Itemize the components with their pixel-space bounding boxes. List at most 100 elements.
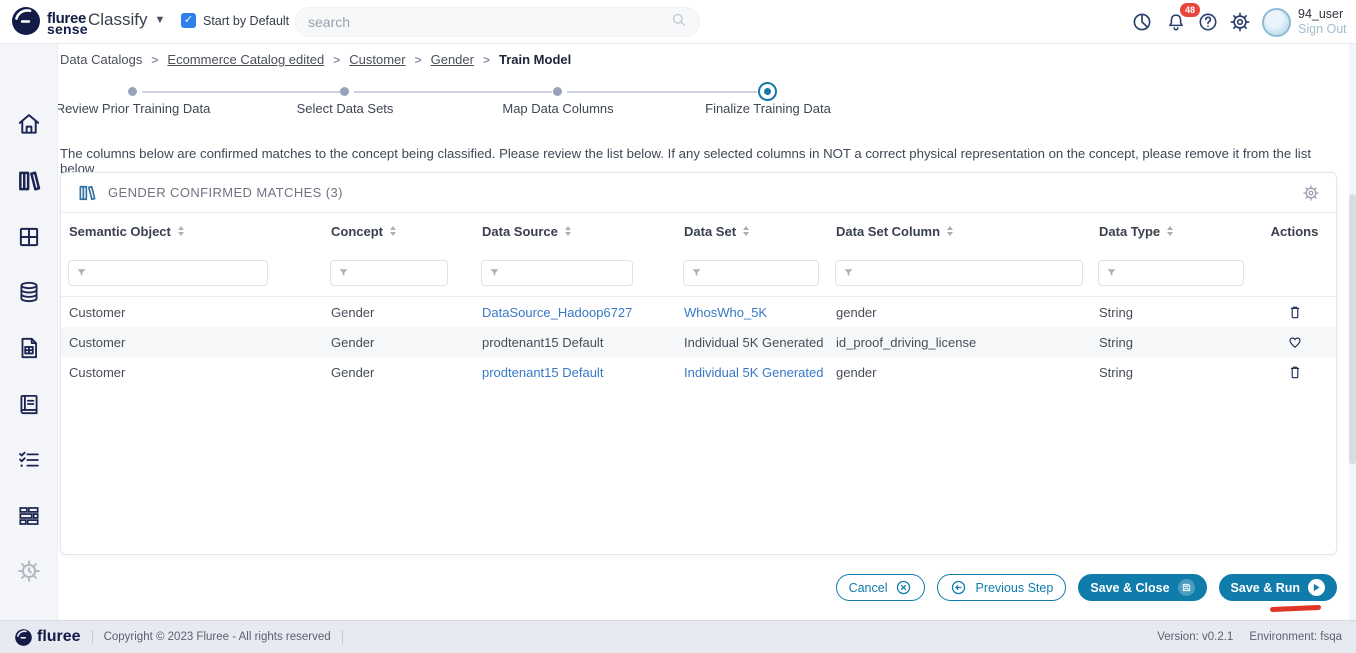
breadcrumb-catalog[interactable]: Ecommerce Catalog edited — [167, 52, 324, 67]
sort-icon[interactable] — [743, 226, 749, 236]
footer: fluree Copyright © 2023 Fluree - All rig… — [0, 620, 1356, 653]
step-label-map[interactable]: Map Data Columns — [448, 101, 668, 116]
filter-input[interactable] — [858, 266, 1082, 280]
cell-concept: Gender — [323, 335, 474, 350]
checklist-icon[interactable] — [16, 447, 42, 473]
fluree-sense-logo[interactable]: flureesense — [10, 5, 88, 42]
play-icon — [1308, 579, 1325, 596]
filter-input[interactable] — [706, 266, 818, 280]
step-connector — [142, 91, 340, 93]
gear-clock-icon[interactable] — [16, 558, 42, 584]
sort-icon[interactable] — [565, 226, 571, 236]
cell-data-set-link[interactable]: Individual 5K Generated — [676, 365, 828, 380]
brand-bottom: sense — [47, 23, 88, 36]
cell-data-source-link[interactable]: DataSource_Hadoop6727 — [474, 305, 676, 320]
trash-icon[interactable] — [1287, 364, 1303, 380]
step-label-select[interactable]: Select Data Sets — [235, 101, 455, 116]
notification-badge: 48 — [1180, 3, 1200, 17]
step-dot-done[interactable] — [553, 87, 562, 96]
breadcrumb-customer[interactable]: Customer — [349, 52, 405, 67]
settings-gear-icon[interactable] — [1229, 11, 1251, 33]
cancel-button[interactable]: Cancel — [836, 574, 926, 601]
column-header-actions: Actions — [1253, 224, 1336, 239]
filter-data-type[interactable] — [1098, 260, 1244, 286]
step-label-finalize: Finalize Training Data — [658, 101, 878, 116]
app-window: flureesense Classify ▼ ✓ Start by Defaul… — [0, 0, 1356, 653]
save-run-button[interactable]: Save & Run — [1219, 574, 1337, 601]
table-filter-row — [61, 249, 1336, 297]
breadcrumb-data-catalogs[interactable]: Data Catalogs — [60, 52, 142, 67]
column-header-data-set[interactable]: Data Set — [676, 224, 828, 239]
step-connector — [354, 91, 552, 93]
trash-icon[interactable] — [1287, 304, 1303, 320]
cell-concept: Gender — [323, 305, 474, 320]
confirmed-matches-panel: GENDER CONFIRMED MATCHES (3) Semantic Ob… — [60, 172, 1337, 555]
step-dot-active-core — [764, 88, 771, 95]
filter-semantic-object[interactable] — [68, 260, 268, 286]
previous-step-button[interactable]: Previous Step — [937, 574, 1066, 601]
classify-menu[interactable]: Classify ▼ — [88, 10, 165, 30]
filter-data-set[interactable] — [683, 260, 819, 286]
breadcrumb-train-model: Train Model — [499, 52, 571, 67]
home-icon[interactable] — [16, 111, 42, 137]
filter-data-set-column[interactable] — [835, 260, 1083, 286]
sort-icon[interactable] — [1167, 226, 1173, 236]
step-dot-done[interactable] — [128, 87, 137, 96]
column-header-data-source[interactable]: Data Source — [474, 224, 676, 239]
cell-semantic-object: Customer — [61, 335, 323, 350]
column-header-semantic-object[interactable]: Semantic Object — [61, 224, 323, 239]
reports-pie-icon[interactable] — [1131, 11, 1153, 33]
classify-menu-label: Classify — [88, 10, 148, 30]
cell-data-type: String — [1091, 335, 1253, 350]
left-sidebar — [0, 44, 58, 620]
filter-data-source[interactable] — [481, 260, 633, 286]
sort-icon[interactable] — [947, 226, 953, 236]
top-header: flureesense Classify ▼ ✓ Start by Defaul… — [0, 0, 1356, 44]
cell-data-source-link[interactable]: prodtenant15 Default — [474, 365, 676, 380]
footer-brand: fluree — [37, 628, 81, 646]
sign-out-link[interactable]: Sign Out — [1298, 22, 1347, 37]
stacked-rows-icon[interactable] — [16, 503, 42, 529]
sort-icon[interactable] — [390, 226, 396, 236]
column-header-data-type[interactable]: Data Type — [1091, 224, 1253, 239]
search-box[interactable] — [295, 7, 700, 37]
scrollbar-thumb[interactable] — [1349, 194, 1356, 464]
action-buttons: Cancel Previous Step Save & Close Save &… — [836, 574, 1337, 601]
user-avatar[interactable] — [1262, 8, 1291, 37]
divider — [342, 630, 343, 644]
save-close-button[interactable]: Save & Close — [1078, 574, 1206, 601]
panel-header: GENDER CONFIRMED MATCHES (3) — [61, 173, 1336, 213]
step-dot-done[interactable] — [340, 87, 349, 96]
column-header-concept[interactable]: Concept — [323, 224, 474, 239]
filter-input[interactable] — [353, 266, 447, 280]
table-row: Customer Gender prodtenant15 Default Ind… — [61, 357, 1336, 387]
help-icon[interactable] — [1197, 11, 1219, 33]
grid-icon[interactable] — [16, 224, 42, 250]
breadcrumb-gender[interactable]: Gender — [431, 52, 474, 67]
search-icon — [670, 11, 687, 33]
library-icon[interactable] — [16, 168, 42, 194]
sort-icon[interactable] — [178, 226, 184, 236]
fluree-logo-icon — [10, 5, 42, 42]
table-settings-gear-icon[interactable] — [1302, 184, 1320, 202]
chevron-right-icon: > — [333, 53, 340, 67]
column-header-data-set-column[interactable]: Data Set Column — [828, 224, 1091, 239]
file-table-icon[interactable] — [16, 335, 42, 361]
chevron-down-icon: ▼ — [155, 14, 166, 26]
filter-concept[interactable] — [330, 260, 448, 286]
divider — [92, 630, 93, 644]
panel-title: GENDER CONFIRMED MATCHES (3) — [108, 185, 343, 200]
cell-data-set-link[interactable]: WhosWho_5K — [676, 305, 828, 320]
filter-input[interactable] — [91, 266, 267, 280]
cell-data-set-column: gender — [828, 365, 1091, 380]
heart-icon[interactable] — [1287, 334, 1303, 350]
cell-data-type: String — [1091, 365, 1253, 380]
search-input[interactable] — [308, 14, 670, 30]
database-icon[interactable] — [16, 279, 42, 305]
filter-input[interactable] — [504, 266, 632, 280]
chevron-right-icon: > — [483, 53, 490, 67]
book-icon[interactable] — [16, 391, 42, 417]
filter-input[interactable] — [1121, 266, 1243, 280]
start-by-default-checkbox[interactable]: ✓ Start by Default — [181, 13, 289, 28]
cell-data-set: Individual 5K Generated — [676, 335, 828, 350]
